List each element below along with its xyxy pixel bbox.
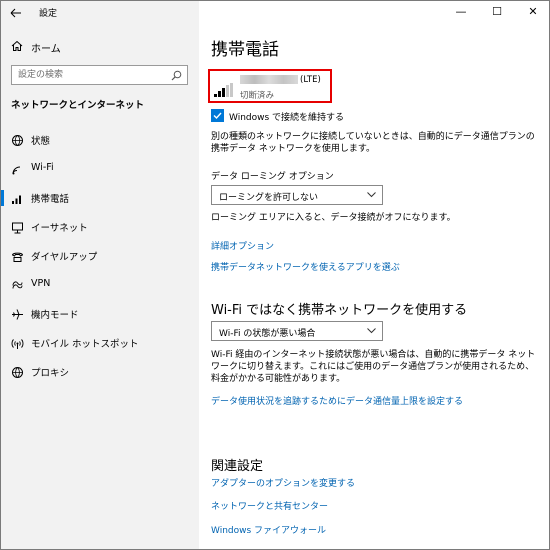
advanced-options-link[interactable]: 詳細オプション: [211, 239, 274, 252]
wifi-icon: [12, 166, 21, 175]
airplane-icon: [12, 309, 23, 320]
search-icon[interactable]: [171, 70, 182, 81]
sidebar-item-wifi[interactable]: Wi-Fi: [1, 155, 199, 184]
sidebar: 設定 ホーム ネットワークとインターネット 状態: [1, 1, 199, 549]
sidebar-item-label: VPN: [31, 278, 51, 289]
hotspot-icon: [11, 339, 24, 349]
sidebar-nav: 状態 Wi-Fi 携帯電話 イーサネット ダイヤルアップ VPN 機内モード モ…: [1, 126, 199, 387]
wifi-fallback-value: Wi-Fi の状態が悪い場合: [219, 329, 316, 339]
apps-cellular-link[interactable]: 携帯データネットワークを使えるアプリを選ぶ: [211, 260, 400, 273]
main-content: — ☐ ✕ 携帯電話 (LTE) 切断済み Windows で接続を維持する 別…: [199, 1, 549, 549]
cellular-icon: [12, 195, 21, 204]
sidebar-item-cellular[interactable]: 携帯電話: [1, 184, 199, 213]
search-input[interactable]: [18, 68, 168, 82]
sidebar-home[interactable]: ホーム: [1, 37, 199, 57]
sidebar-item-ethernet[interactable]: イーサネット: [1, 213, 199, 242]
back-arrow-icon: [10, 8, 21, 18]
sidebar-item-label: イーサネット: [31, 223, 88, 234]
close-button[interactable]: ✕: [515, 1, 549, 23]
windows-firewall-link[interactable]: Windows ファイアウォール: [211, 523, 326, 536]
roaming-value: ローミングを許可しない: [219, 193, 319, 203]
settings-window: 設定 ホーム ネットワークとインターネット 状態: [0, 0, 550, 550]
wifi-fallback-description: Wi-Fi 経由のインターネット接続状態が悪い場合は、自動的に携帯データ ネット…: [211, 350, 536, 384]
maximize-button[interactable]: ☐: [479, 1, 515, 23]
dialup-icon: [11, 252, 24, 262]
checkmark-icon: [213, 112, 222, 120]
sidebar-item-dialup[interactable]: ダイヤルアップ: [1, 242, 199, 271]
chevron-down-icon: [367, 328, 376, 334]
sidebar-item-airplane[interactable]: 機内モード: [1, 300, 199, 329]
sidebar-section-title: ネットワークとインターネット: [11, 100, 145, 111]
sidebar-item-label: プロキシ: [31, 368, 70, 379]
sidebar-item-label: 状態: [31, 136, 51, 147]
network-sharing-center-link[interactable]: ネットワークと共有センター: [211, 499, 328, 512]
sidebar-home-label: ホーム: [31, 44, 61, 55]
cellular-connection[interactable]: (LTE) 切断済み: [208, 69, 332, 103]
home-icon: [11, 40, 23, 51]
adapter-options-link[interactable]: アダプターのオプションを変更する: [211, 476, 355, 489]
title-bar: 設定: [1, 1, 199, 25]
signal-strength-icon: [214, 83, 233, 97]
wifi-section-title: Wi-Fi ではなく携帯ネットワークを使用する: [211, 303, 468, 318]
wifi-fallback-dropdown[interactable]: Wi-Fi の状態が悪い場合: [211, 321, 383, 341]
sidebar-item-status[interactable]: 状態: [1, 126, 199, 155]
window-title: 設定: [39, 9, 58, 19]
proxy-icon: [12, 367, 23, 378]
carrier-name: (LTE): [240, 75, 321, 85]
back-button[interactable]: [7, 4, 25, 22]
sidebar-item-label: モバイル ホットスポット: [31, 339, 139, 350]
roaming-description: ローミング エリアに入ると、データ接続がオフになります。: [211, 213, 456, 223]
keep-connected-label: Windows で接続を維持する: [229, 113, 345, 123]
network-type: (LTE): [300, 75, 321, 85]
minimize-button[interactable]: —: [443, 1, 479, 23]
sidebar-item-label: 携帯電話: [31, 194, 70, 205]
data-limit-link[interactable]: データ使用状況を追跡するためにデータ通信量上限を設定する: [211, 394, 463, 407]
selection-indicator: [1, 190, 4, 206]
search-box[interactable]: [11, 65, 188, 85]
roaming-label: データ ローミング オプション: [211, 172, 334, 182]
keep-connected-checkbox[interactable]: [211, 109, 224, 122]
roaming-dropdown[interactable]: ローミングを許可しない: [211, 185, 383, 205]
sidebar-item-label: 機内モード: [31, 310, 79, 321]
chevron-down-icon: [367, 192, 376, 198]
sidebar-item-hotspot[interactable]: モバイル ホットスポット: [1, 329, 199, 358]
window-controls: — ☐ ✕: [441, 1, 549, 25]
page-title: 携帯電話: [211, 40, 279, 60]
sidebar-item-proxy[interactable]: プロキシ: [1, 358, 199, 387]
sidebar-item-label: Wi-Fi: [31, 162, 54, 173]
ethernet-icon: [12, 222, 23, 234]
sidebar-item-label: ダイヤルアップ: [31, 252, 98, 263]
sidebar-item-vpn[interactable]: VPN: [1, 271, 199, 300]
vpn-icon: [12, 281, 23, 289]
globe-status-icon: [12, 135, 23, 146]
keep-connected-description: 別の種類のネットワークに接続していないときは、自動的にデータ通信プランの携帯デー…: [211, 132, 535, 154]
connection-status: 切断済み: [240, 91, 275, 101]
redacted-carrier: [240, 75, 298, 84]
related-settings-title: 関連設定: [211, 459, 264, 474]
